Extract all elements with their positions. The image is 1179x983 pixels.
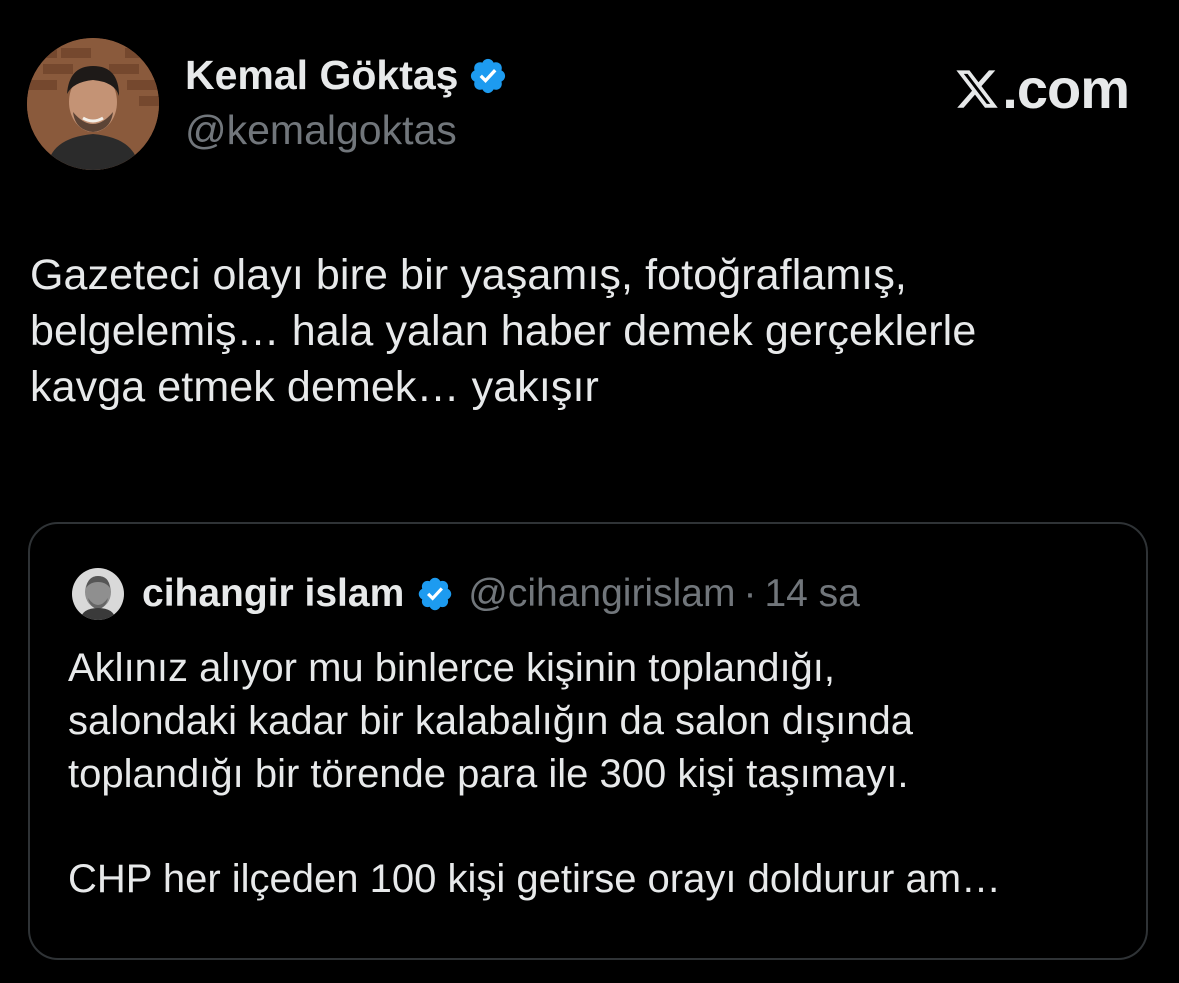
quoted-author-name[interactable]: cihangir islam (142, 572, 404, 616)
quoted-tweet-text: Aklınız alıyor mu binlerce kişinin topla… (68, 646, 1002, 902)
brand-label: .com (1002, 57, 1130, 120)
quoted-tweet-card[interactable]: cihangir islam @cihangirislam · 14 sa Ak… (28, 522, 1148, 960)
quoted-author-avatar[interactable] (72, 568, 124, 620)
tweet-text: Gazeteci olayı bire bir yaşamış, fotoğra… (30, 251, 977, 411)
quoted-profile-photo (72, 568, 124, 620)
profile-photo (27, 38, 159, 170)
quoted-author-handle[interactable]: @cihangirislam (468, 572, 735, 616)
author-handle[interactable]: @kemalgoktas (185, 107, 457, 154)
quoted-tweet-time[interactable]: 14 sa (764, 572, 859, 616)
separator-dot: · (743, 572, 757, 615)
author-avatar[interactable] (27, 38, 159, 170)
verified-badge-icon (471, 58, 506, 93)
author-name-row[interactable]: Kemal Göktaş (185, 52, 508, 99)
author-name[interactable]: Kemal Göktaş (185, 52, 458, 99)
quoted-tweet-header: cihangir islam @cihangirislam · 14 sa (72, 568, 860, 620)
verified-badge-icon (419, 577, 452, 611)
x-brand: .com (954, 56, 1130, 121)
x-logo-icon (956, 69, 999, 108)
